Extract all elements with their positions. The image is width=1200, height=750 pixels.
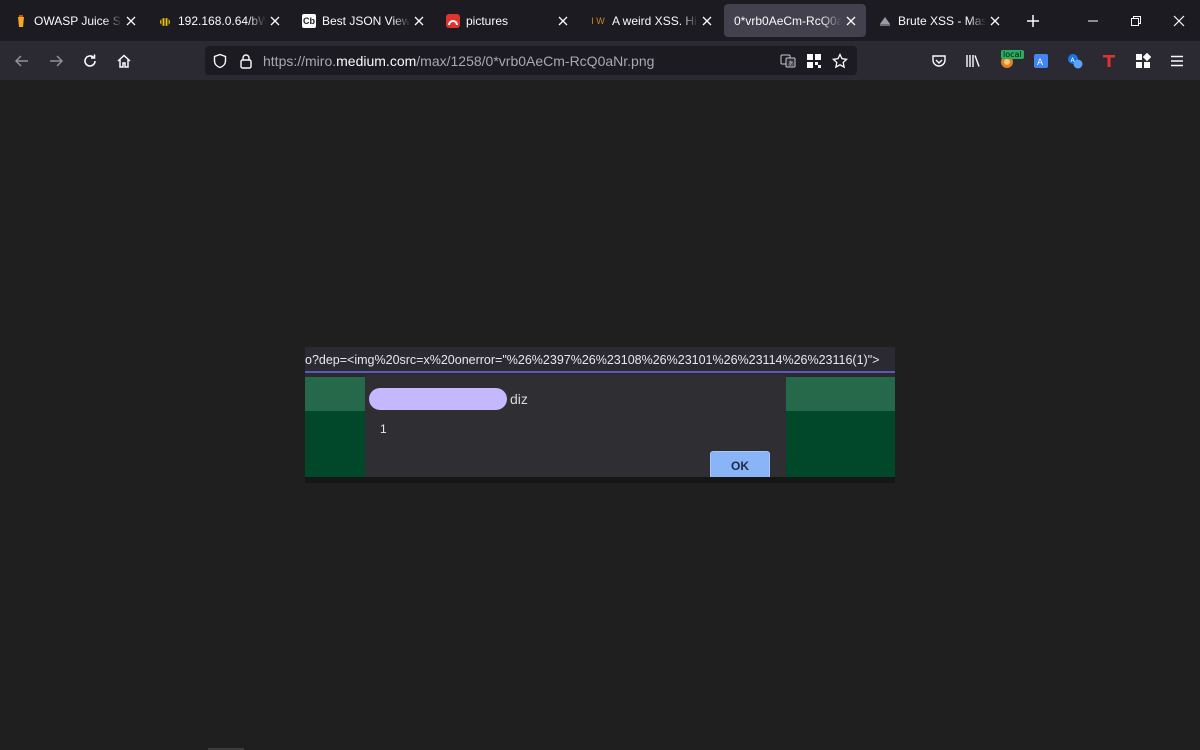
forward-arrow-icon bbox=[50, 54, 64, 67]
minimize-button[interactable] bbox=[1071, 0, 1114, 41]
dialog-message: 1 bbox=[380, 422, 387, 436]
tab-active-image[interactable]: 0*vrb0AeCm-RcQ0aNr.png bbox=[724, 4, 866, 37]
image-url-fragment: o?dep=<img%20src=x%20onerror="%26%2397%2… bbox=[305, 347, 895, 373]
redacted-origin bbox=[369, 388, 507, 410]
bookmark-star-icon[interactable] bbox=[827, 48, 853, 74]
translator-icon: A bbox=[1068, 53, 1083, 68]
navigation-toolbar: https://miro.medium.com/max/1258/0*vrb0A… bbox=[0, 41, 1200, 80]
url-path: /max/1258/0*vrb0AeCm-RcQ0aNr.png bbox=[416, 52, 655, 69]
menu-button[interactable] bbox=[1160, 44, 1194, 78]
urlbar-actions: あ bbox=[775, 46, 853, 75]
translate-extension-button[interactable]: A bbox=[1024, 44, 1058, 78]
hamburger-menu-icon bbox=[1171, 55, 1183, 66]
url-text[interactable]: https://miro.medium.com/max/1258/0*vrb0A… bbox=[263, 53, 654, 69]
image-green-panel-left bbox=[305, 377, 365, 477]
back-button[interactable] bbox=[6, 45, 38, 77]
image-green-panel-right bbox=[786, 377, 895, 477]
close-tab-icon[interactable] bbox=[988, 14, 1002, 28]
cb-icon: Cb bbox=[302, 13, 316, 28]
close-window-button[interactable] bbox=[1157, 0, 1200, 41]
minimize-icon bbox=[1087, 20, 1098, 21]
restore-icon bbox=[1130, 15, 1141, 26]
lock-icon[interactable] bbox=[233, 48, 259, 74]
dialog-origin: diz bbox=[369, 388, 528, 410]
toolbar-extensions: local A A bbox=[922, 41, 1194, 80]
tab-title: Best JSON Viewer bbox=[322, 13, 410, 28]
alert-dialog: diz 1 OK bbox=[365, 375, 786, 483]
close-tab-icon[interactable] bbox=[412, 14, 426, 28]
pocket-icon bbox=[932, 54, 946, 67]
tab-weird-xss[interactable]: I W A weird XSS. Hi friends bbox=[580, 4, 722, 37]
tab-strip: OWASP Juice Shop 192.168.0.64/bWAPP Cb B… bbox=[0, 0, 1200, 41]
url-bar[interactable]: https://miro.medium.com/max/1258/0*vrb0A… bbox=[205, 46, 857, 75]
tab-bwapp[interactable]: 192.168.0.64/bWAPP bbox=[148, 4, 290, 37]
tab-list: OWASP Juice Shop 192.168.0.64/bWAPP Cb B… bbox=[0, 0, 1048, 41]
home-button[interactable] bbox=[108, 45, 140, 77]
url-host: medium.com bbox=[336, 52, 417, 69]
tab-title: OWASP Juice Shop bbox=[34, 13, 122, 28]
iw-icon: I W bbox=[591, 15, 605, 26]
library-icon bbox=[966, 54, 980, 67]
close-icon bbox=[1173, 15, 1184, 26]
t-extension-button[interactable] bbox=[1092, 44, 1126, 78]
tab-title: pictures bbox=[466, 13, 509, 28]
t-letter-icon bbox=[1103, 54, 1115, 67]
tab-title: 192.168.0.64/bWAPP bbox=[178, 13, 266, 28]
pictures-icon bbox=[446, 13, 460, 28]
tab-owasp-juice-shop[interactable]: OWASP Juice Shop bbox=[4, 4, 146, 37]
tab-brute-xss[interactable]: Brute XSS - Master bbox=[868, 4, 1010, 37]
reload-button[interactable] bbox=[74, 45, 106, 77]
dialog-origin-suffix: diz bbox=[510, 391, 528, 407]
image-bottom-strip bbox=[305, 477, 895, 483]
pocket-button[interactable] bbox=[922, 44, 956, 78]
page-content: o?dep=<img%20src=x%20onerror="%26%2397%2… bbox=[0, 80, 1200, 750]
translator-extension-button[interactable]: A bbox=[1058, 44, 1092, 78]
local-extension-button[interactable]: local bbox=[990, 44, 1024, 78]
tab-title: A weird XSS. Hi friends bbox=[612, 13, 698, 28]
tracking-shield-icon[interactable] bbox=[207, 48, 233, 74]
close-tab-icon[interactable] bbox=[844, 14, 858, 28]
forward-button[interactable] bbox=[40, 45, 72, 77]
svg-text:A: A bbox=[1037, 58, 1044, 68]
close-tab-icon[interactable] bbox=[700, 14, 714, 28]
home-icon bbox=[117, 53, 131, 68]
tab-title: 0*vrb0AeCm-RcQ0aNr.png bbox=[734, 13, 842, 28]
extensions-button[interactable] bbox=[1126, 44, 1160, 78]
extensions-grid-icon bbox=[1136, 52, 1151, 68]
tab-best-json-viewer[interactable]: Cb Best JSON Viewer bbox=[292, 4, 434, 37]
reload-icon bbox=[84, 54, 96, 67]
close-tab-icon[interactable] bbox=[556, 14, 570, 28]
brute-xss-icon bbox=[878, 14, 892, 28]
window-controls bbox=[1071, 0, 1200, 41]
url-prefix: https://miro. bbox=[263, 52, 337, 69]
library-button[interactable] bbox=[956, 44, 990, 78]
bee-icon bbox=[158, 14, 172, 28]
svg-text:あ: あ bbox=[788, 60, 794, 67]
new-tab-button[interactable] bbox=[1018, 6, 1048, 36]
back-arrow-icon bbox=[14, 54, 28, 67]
dialog-ok-button: OK bbox=[710, 451, 770, 480]
translate-extension-icon: A bbox=[1034, 53, 1048, 68]
local-badge: local bbox=[1001, 49, 1024, 59]
close-tab-icon[interactable] bbox=[268, 14, 282, 28]
close-tab-icon[interactable] bbox=[124, 14, 138, 28]
restore-button[interactable] bbox=[1114, 0, 1157, 41]
translate-page-icon[interactable]: あ bbox=[775, 48, 801, 74]
qr-code-icon[interactable] bbox=[801, 48, 827, 74]
juice-shop-icon bbox=[14, 14, 28, 28]
tab-title: Brute XSS - Master bbox=[898, 13, 986, 28]
tab-pictures[interactable]: pictures bbox=[436, 4, 578, 37]
displayed-image: o?dep=<img%20src=x%20onerror="%26%2397%2… bbox=[305, 347, 895, 483]
plus-icon bbox=[1027, 14, 1039, 27]
